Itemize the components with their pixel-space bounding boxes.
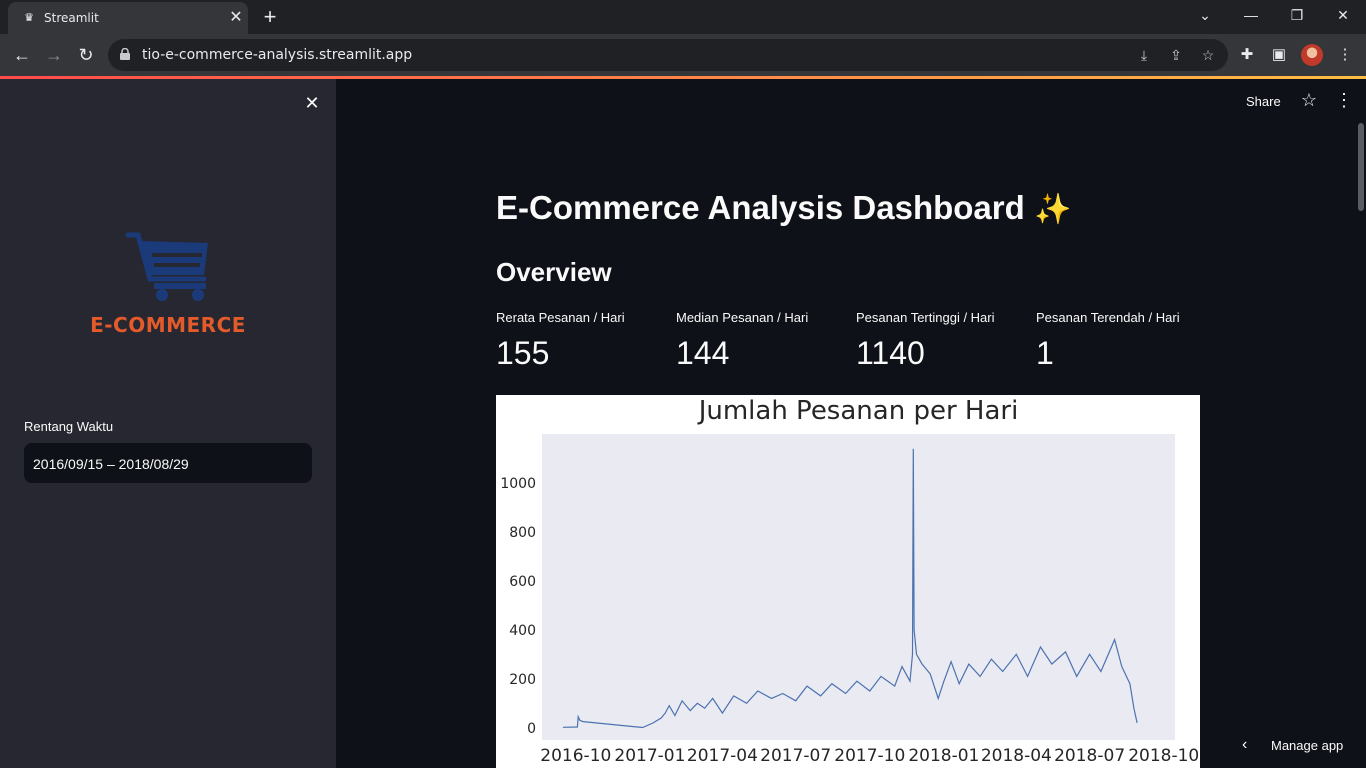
metric-value: 1 (1036, 335, 1054, 371)
close-window-button[interactable]: ✕ (1320, 4, 1366, 26)
orders-per-day-chart: Jumlah Pesanan per Hari 0 200 400 600 800 1000… (496, 395, 1200, 768)
overview-subheader: Overview (496, 257, 612, 287)
x-tick-label: 2017-01 (614, 746, 685, 766)
side-panel-icon[interactable]: ▣ (1268, 44, 1290, 66)
page-title: E-Commerce Analysis Dashboard ✨ (496, 189, 1071, 227)
profile-avatar[interactable] (1301, 44, 1323, 66)
chevron-left-icon: ‹ (1242, 736, 1248, 753)
sparkles-icon: ✨ (1033, 193, 1072, 226)
tab-search-icon[interactable]: ⌄ (1182, 4, 1228, 26)
address-bar[interactable]: tio-e-commerce-analysis.streamlit.app ⤓ … (108, 39, 1228, 71)
metric-label: Median Pesanan / Hari (676, 310, 809, 325)
metric-value: 1140 (856, 335, 925, 371)
main-content: Share ☆ ⋮ E-Commerce Analysis Dashboard … (336, 79, 1366, 768)
url-text[interactable]: tio-e-commerce-analysis.streamlit.app (142, 47, 412, 63)
install-icon[interactable]: ⤓ (1134, 45, 1154, 65)
metric-max: Pesanan Tertinggi / Hari 1140 (856, 310, 1026, 372)
metric-label: Rerata Pesanan / Hari (496, 310, 625, 325)
metric-min: Pesanan Terendah / Hari 1 (1036, 310, 1206, 372)
sidebar: ✕ E-COMMERCE Rentang Waktu 2016/09/15 – … (0, 79, 336, 768)
logo-text: E-COMMERCE (90, 313, 246, 337)
date-range-label: Rentang Waktu (24, 419, 114, 434)
page-title-text: E-Commerce Analysis Dashboard (496, 189, 1025, 226)
x-tick-label: 2018-10 (1128, 746, 1199, 766)
scrollbar[interactable] (1358, 123, 1364, 211)
kebab-menu-icon[interactable]: ⋮ (1334, 89, 1354, 111)
metric-value: 144 (676, 335, 730, 371)
browser-tab[interactable]: ♛ Streamlit ✕ (8, 2, 248, 34)
metric-label: Pesanan Terendah / Hari (1036, 310, 1180, 325)
x-tick-label: 2018-04 (981, 746, 1052, 766)
minimize-button[interactable]: — (1228, 4, 1274, 26)
chart-title: Jumlah Pesanan per Hari (697, 396, 1019, 426)
browser-tabbar: ♛ Streamlit ✕ + ⌄ — ❐ ✕ (0, 0, 1366, 34)
x-tick-label: 2016-10 (540, 746, 611, 766)
date-range-input[interactable]: 2016/09/15 – 2018/08/29 (24, 443, 312, 483)
y-tick-label: 0 (527, 721, 536, 737)
metric-value: 155 (496, 335, 550, 371)
y-tick-label: 400 (509, 623, 536, 639)
tab-close-icon[interactable]: ✕ (226, 8, 246, 28)
browser-menu-icon[interactable]: ⋮ (1334, 44, 1356, 66)
y-tick-label: 600 (509, 574, 536, 590)
close-icon[interactable]: ✕ (300, 91, 324, 115)
share-button[interactable]: Share (1246, 94, 1281, 109)
tab-title: Streamlit (44, 11, 99, 25)
date-range-value[interactable]: 2016/09/15 – 2018/08/29 (33, 456, 189, 472)
browser-toolbar: ← → ↻ tio-e-commerce-analysis.streamlit.… (0, 34, 1366, 76)
bookmark-star-icon[interactable]: ☆ (1198, 45, 1218, 65)
metric-average: Rerata Pesanan / Hari 155 (496, 310, 666, 372)
chart-svg: Jumlah Pesanan per Hari 0 200 400 600 800 1000… (500, 396, 1199, 766)
y-tick-label: 200 (509, 672, 536, 688)
shopping-cart-icon (125, 232, 208, 301)
back-icon[interactable]: ← (10, 43, 34, 67)
x-tick-label: 2017-10 (834, 746, 905, 766)
star-icon[interactable]: ☆ (1298, 89, 1320, 111)
forward-icon[interactable]: → (42, 43, 66, 67)
x-tick-label: 2018-07 (1054, 746, 1125, 766)
new-tab-button[interactable]: + (258, 4, 282, 30)
extensions-icon[interactable]: ✚ (1236, 44, 1258, 66)
streamlit-favicon-icon: ♛ (24, 12, 34, 24)
metric-label: Pesanan Tertinggi / Hari (856, 310, 995, 325)
x-tick-label: 2017-07 (760, 746, 831, 766)
y-tick-label: 1000 (500, 476, 536, 492)
restore-button[interactable]: ❐ (1274, 4, 1320, 26)
share-page-icon[interactable]: ⇪ (1166, 45, 1186, 65)
ecommerce-logo: E-COMMERCE (80, 229, 260, 339)
plot-area (542, 434, 1175, 740)
metric-median: Median Pesanan / Hari 144 (676, 310, 846, 372)
x-tick-label: 2017-04 (687, 746, 758, 766)
x-tick-label: 2018-01 (908, 746, 979, 766)
reload-icon[interactable]: ↻ (74, 43, 98, 67)
manage-app-label: Manage app (1271, 738, 1344, 753)
y-tick-label: 800 (509, 525, 536, 541)
lock-icon (120, 48, 130, 60)
